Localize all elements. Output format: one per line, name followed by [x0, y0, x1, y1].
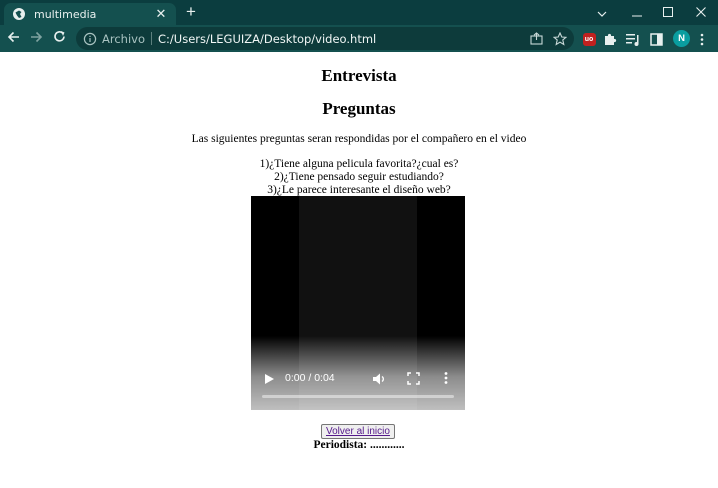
tab-title: multimedia	[34, 7, 97, 21]
reload-icon	[53, 30, 66, 48]
browser-toolbar: Archivo C:/Users/LEGUIZA/Desktop/video.h…	[0, 25, 718, 52]
info-icon[interactable]	[83, 32, 97, 46]
question-item: 1)¿Tiene alguna pelicula favorita?¿cual …	[259, 158, 459, 170]
tab-close-button[interactable]: ✕	[154, 7, 168, 21]
chevron-down-icon	[597, 4, 607, 22]
video-progress-bar[interactable]	[262, 395, 454, 398]
maximize-icon	[663, 4, 673, 22]
share-icon[interactable]	[529, 31, 544, 46]
browser-tab[interactable]: multimedia ✕	[4, 3, 176, 25]
question-item: 2)¿Tiene pensado seguir estudiando?	[274, 171, 444, 183]
periodista-label: Periodista: ............	[313, 439, 405, 451]
side-panel-icon[interactable]	[648, 31, 664, 47]
section-heading: Preguntas	[322, 99, 396, 118]
fullscreen-icon[interactable]	[407, 372, 420, 385]
more-options-icon[interactable]	[442, 371, 450, 385]
minimize-icon	[632, 4, 642, 22]
new-tab-button[interactable]: +	[183, 3, 199, 20]
star-icon[interactable]	[552, 31, 567, 46]
tab-search-button[interactable]	[585, 0, 619, 25]
minimize-button[interactable]	[620, 0, 654, 25]
maximize-button[interactable]	[651, 0, 685, 25]
play-icon[interactable]	[263, 373, 275, 385]
url-text[interactable]: C:/Users/LEGUIZA/Desktop/video.html	[158, 32, 376, 46]
arrow-left-icon	[7, 30, 20, 48]
menu-dots-icon[interactable]	[694, 31, 710, 47]
back-button[interactable]	[5, 30, 22, 47]
forward-button[interactable]	[28, 30, 45, 47]
question-list: 1)¿Tiene alguna pelicula favorita?¿cual …	[0, 158, 718, 197]
volume-icon[interactable]	[372, 372, 386, 386]
media-queue-icon[interactable]	[625, 31, 641, 47]
address-bar[interactable]: Archivo C:/Users/LEGUIZA/Desktop/video.h…	[76, 27, 574, 50]
security-label: Archivo	[102, 31, 145, 46]
page-title: Entrevista	[321, 66, 397, 85]
profile-avatar[interactable]: N	[673, 30, 690, 47]
back-home-button[interactable]: Volver al inicio	[321, 424, 395, 439]
browser-titlebar: multimedia ✕ +	[0, 0, 718, 25]
divider	[151, 32, 152, 45]
reload-button[interactable]	[51, 30, 68, 47]
intro-text: Las siguientes preguntas seran respondid…	[191, 133, 527, 145]
video-controls: 0:00 / 0:04	[251, 360, 465, 410]
video-player[interactable]: 0:00 / 0:04	[251, 196, 465, 410]
close-icon	[696, 4, 706, 22]
video-time: 0:00 / 0:04	[285, 372, 335, 384]
globe-icon	[12, 7, 26, 21]
window-close-button[interactable]	[684, 0, 718, 25]
puzzle-icon[interactable]	[602, 31, 618, 47]
arrow-right-icon	[30, 30, 43, 48]
page-content: Entrevista Preguntas Las siguientes preg…	[0, 52, 718, 488]
ublock-extension-icon[interactable]: uo	[581, 31, 597, 47]
